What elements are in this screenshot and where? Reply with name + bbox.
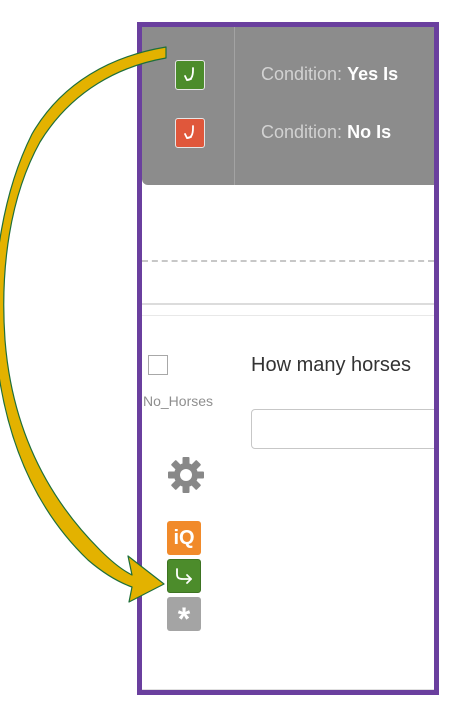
question-select-checkbox[interactable] xyxy=(148,355,168,375)
page-break-dashed-line xyxy=(142,260,434,262)
arrow-return-icon xyxy=(184,125,194,139)
asterisk-icon: * xyxy=(177,601,191,637)
condition-no-button[interactable] xyxy=(175,118,205,148)
panel-divider xyxy=(234,27,235,185)
iq-label: iQ xyxy=(173,526,195,549)
condition-value: Yes Is xyxy=(347,64,399,84)
card-footer-line xyxy=(142,689,434,690)
condition-label: Condition: xyxy=(261,64,343,84)
condition-no-text: Condition: No Is xyxy=(261,122,391,143)
question-text[interactable]: How many horses xyxy=(251,354,411,377)
display-logic-icon xyxy=(176,568,192,584)
iq-button[interactable]: iQ xyxy=(167,521,201,555)
question-card: No_Horses How many horses iQ * xyxy=(142,315,434,690)
condition-label: Condition: xyxy=(261,122,343,142)
gear-icon[interactable] xyxy=(167,456,205,494)
highlight-frame: Condition: Yes Is Condition: No Is No_Ho… xyxy=(137,22,439,695)
block-separator xyxy=(142,303,434,305)
screenshot-stage: Condition: Yes Is Condition: No Is No_Ho… xyxy=(0,0,474,706)
display-logic-conditions-panel: Condition: Yes Is Condition: No Is xyxy=(142,27,434,185)
force-response-button[interactable]: * xyxy=(167,597,201,636)
condition-yes-text: Condition: Yes Is xyxy=(261,64,398,85)
arrow-return-icon xyxy=(184,67,194,81)
condition-yes-button[interactable] xyxy=(175,60,205,90)
condition-value: No Is xyxy=(347,122,392,142)
answer-text-input[interactable] xyxy=(251,409,434,449)
question-id-label[interactable]: No_Horses xyxy=(143,391,223,411)
display-logic-button[interactable] xyxy=(167,559,201,593)
